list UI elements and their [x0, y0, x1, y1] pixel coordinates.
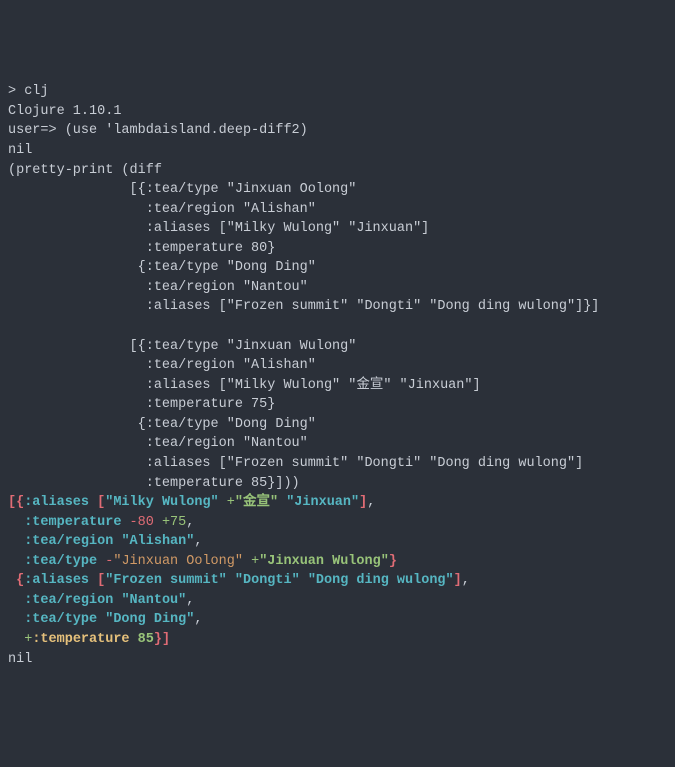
space [97, 612, 105, 627]
string-val: "Alishan" [121, 534, 194, 549]
indent [8, 534, 24, 549]
arg2-line: :tea/region "Nantou" [8, 436, 308, 451]
space [300, 573, 308, 588]
string-added: "Jinxuan Wulong" [259, 554, 389, 569]
keyword: :tea/type [24, 554, 97, 569]
string-val: "Milky Wulong" [105, 495, 218, 510]
keyword: :aliases [24, 573, 89, 588]
arg2-line: :tea/region "Alishan" [8, 358, 316, 373]
arg1-line: {:tea/type "Dong Ding" [8, 260, 316, 275]
diff-line-7: :tea/type "Dong Ding", [8, 612, 202, 627]
space [219, 495, 227, 510]
added-val: +75 [162, 515, 186, 530]
removed-val: -80 [130, 515, 154, 530]
arg2-line: {:tea/type "Dong Ding" [8, 417, 316, 432]
keyword: :tea/region [24, 593, 113, 608]
arg2-line: :temperature 75} [8, 397, 275, 412]
diff-line-3: :tea/region "Alishan", [8, 534, 202, 549]
keyword: :aliases [24, 495, 89, 510]
indent [8, 554, 24, 569]
indent [8, 573, 16, 588]
diff-line-1: [{:aliases ["Milky Wulong" +"金宣" "Jinxua… [8, 495, 375, 510]
string-added: "金宣" [235, 495, 278, 510]
bracket-close: ] [454, 573, 462, 588]
comma: , [186, 515, 194, 530]
comma: , [186, 593, 194, 608]
arg2-line: [{:tea/type "Jinxuan Wulong" [8, 339, 356, 354]
bracket-close: ] [359, 495, 367, 510]
string-val: "Jinxuan" [286, 495, 359, 510]
version-line: Clojure 1.10.1 [8, 104, 121, 119]
call-line: (pretty-print (diff [8, 163, 162, 178]
plus-sign: + [24, 632, 32, 647]
brace-close: } [154, 632, 162, 647]
indent [8, 515, 24, 530]
diff-line-4: :tea/type -"Jinxuan Oolong" +"Jinxuan Wu… [8, 554, 397, 569]
indent [8, 612, 24, 627]
diff-line-6: :tea/region "Nantou", [8, 593, 194, 608]
arg1-line: :aliases ["Milky Wulong" "Jinxuan"] [8, 221, 429, 236]
arg1-line: [{:tea/type "Jinxuan Oolong" [8, 182, 356, 197]
plus-sign: + [227, 495, 235, 510]
space [113, 593, 121, 608]
string-removed: "Jinxuan Oolong" [113, 554, 243, 569]
string-val: "Dong Ding" [105, 612, 194, 627]
comma: , [194, 534, 202, 549]
brace-close: } [389, 554, 397, 569]
space [89, 573, 97, 588]
number-added: 85 [138, 632, 154, 647]
arg1-line: :tea/region "Nantou" [8, 280, 308, 295]
space [227, 573, 235, 588]
keyword-added: :temperature [32, 632, 129, 647]
nil-output: nil [8, 652, 32, 667]
bracket-open: [{ [8, 495, 24, 510]
arg2-line: :temperature 85}])) [8, 476, 300, 491]
diff-line-8: +:temperature 85}] [8, 632, 170, 647]
arg2-line: :aliases ["Milky Wulong" "金宣" "Jinxuan"] [8, 378, 481, 393]
string-val: "Dong ding wulong" [308, 573, 454, 588]
arg1-line: :temperature 80} [8, 241, 275, 256]
comma: , [194, 612, 202, 627]
diff-line-5: {:aliases ["Frozen summit" "Dongti" "Don… [8, 573, 470, 588]
space [130, 632, 138, 647]
indent [8, 632, 24, 647]
indent [8, 593, 24, 608]
comma: , [367, 495, 375, 510]
space [243, 554, 251, 569]
repl-use-line: user=> (use 'lambdaisland.deep-diff2) [8, 123, 308, 138]
plus-sign: + [251, 554, 259, 569]
space [278, 495, 286, 510]
string-val: "Nantou" [121, 593, 186, 608]
prompt-line: > clj [8, 84, 49, 99]
keyword: :tea/region [24, 534, 113, 549]
diff-line-2: :temperature -80 +75, [8, 515, 194, 530]
terminal-output: > clj Clojure 1.10.1 user=> (use 'lambda… [8, 82, 667, 669]
brace-open: { [16, 573, 24, 588]
comma: , [462, 573, 470, 588]
keyword: :tea/type [24, 612, 97, 627]
string-val: "Frozen summit" [105, 573, 227, 588]
arg1-line: :tea/region "Alishan" [8, 202, 316, 217]
keyword: :temperature [24, 515, 121, 530]
bracket-open: [ [97, 573, 105, 588]
arg1-line: :aliases ["Frozen summit" "Dongti" "Dong… [8, 299, 599, 314]
arg2-line: :aliases ["Frozen summit" "Dongti" "Dong… [8, 456, 583, 471]
nil-output: nil [8, 143, 32, 158]
bracket-close: ] [162, 632, 170, 647]
string-val: "Dongti" [235, 573, 300, 588]
space [121, 515, 129, 530]
space [154, 515, 162, 530]
space [89, 495, 97, 510]
